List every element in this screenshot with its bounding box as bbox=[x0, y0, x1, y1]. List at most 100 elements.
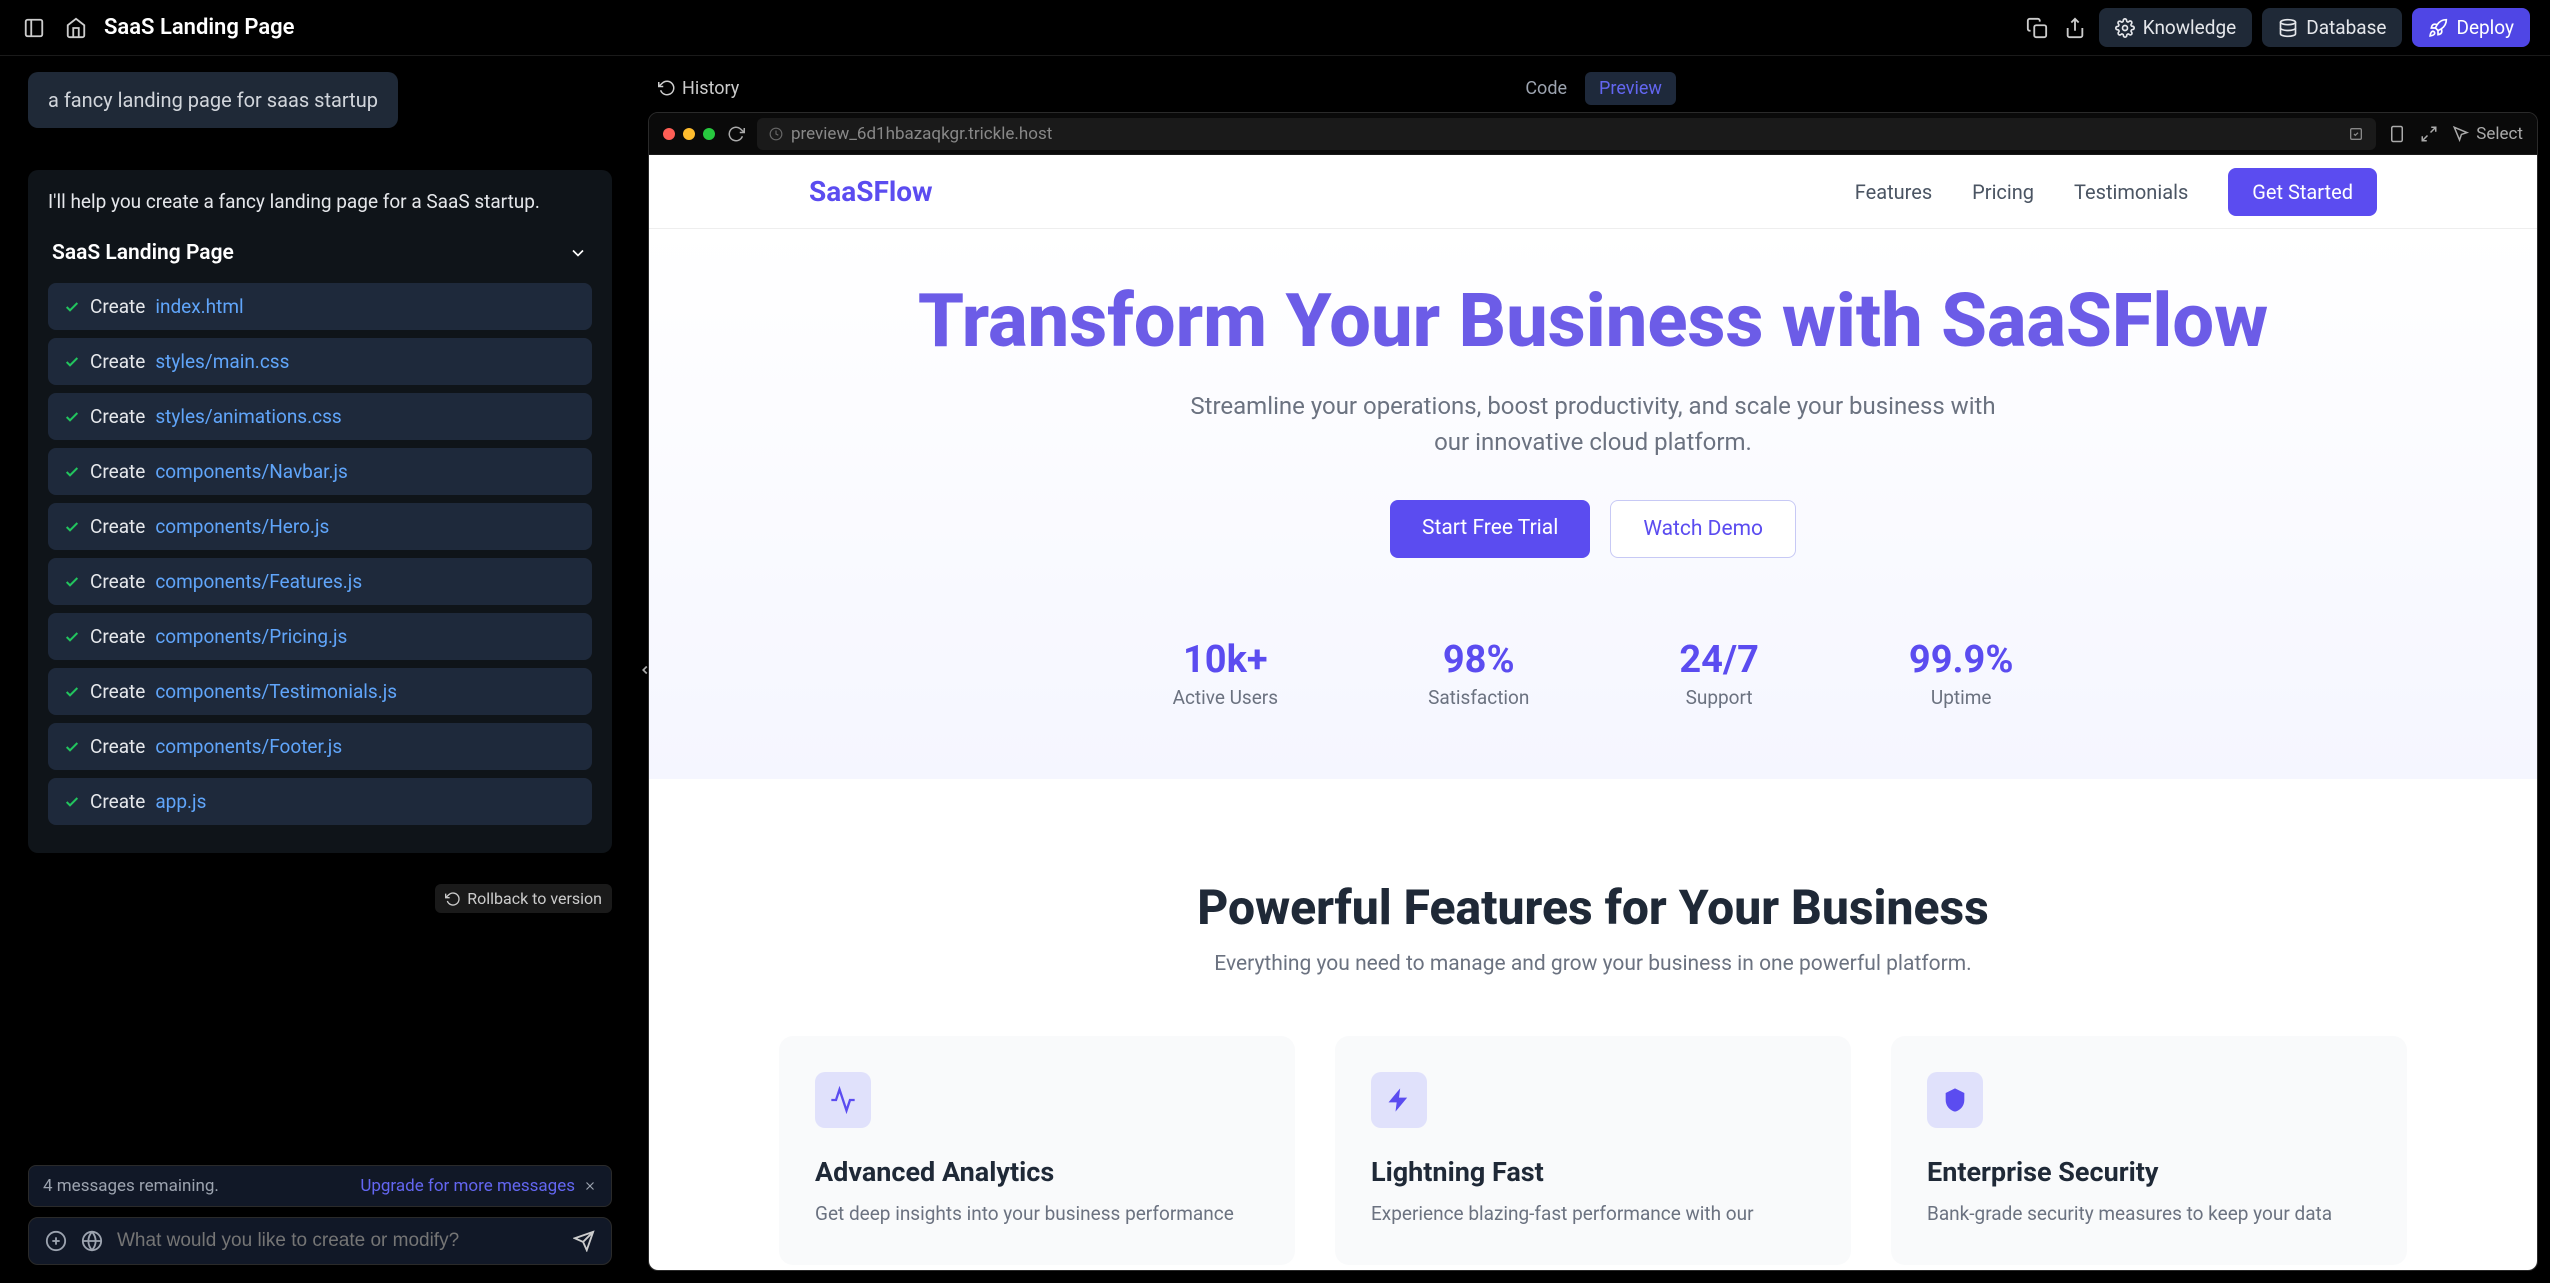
reload-icon[interactable] bbox=[727, 125, 745, 143]
traffic-green-icon[interactable] bbox=[703, 128, 715, 140]
task-item[interactable]: Create components/Footer.js bbox=[48, 723, 592, 770]
lp-features-subtitle: Everything you need to manage and grow y… bbox=[709, 952, 2477, 976]
task-item[interactable]: Create components/Features.js bbox=[48, 558, 592, 605]
traffic-lights bbox=[663, 128, 715, 140]
expand-icon[interactable] bbox=[2420, 125, 2438, 143]
check-icon bbox=[64, 629, 80, 645]
lp-features-grid: Advanced AnalyticsGet deep insights into… bbox=[709, 1036, 2477, 1265]
lp-stat: 98% Satisfaction bbox=[1428, 638, 1529, 709]
attach-icon[interactable] bbox=[45, 1230, 67, 1252]
lp-nav-cta[interactable]: Get Started bbox=[2228, 168, 2377, 216]
lp-watch-demo-button[interactable]: Watch Demo bbox=[1610, 500, 1796, 558]
database-button[interactable]: Database bbox=[2262, 8, 2402, 47]
lp-feature-card: Lightning FastExperience blazing-fast pe… bbox=[1335, 1036, 1851, 1265]
check-icon bbox=[64, 574, 80, 590]
close-icon[interactable] bbox=[583, 1179, 597, 1193]
lp-logo[interactable]: SaaSFlow bbox=[809, 175, 933, 208]
task-action: Create bbox=[90, 350, 145, 373]
collapse-sidebar-icon[interactable] bbox=[636, 648, 654, 692]
lp-stat-label: Satisfaction bbox=[1428, 686, 1529, 709]
lp-features-section: Powerful Features for Your Business Ever… bbox=[649, 779, 2537, 1265]
home-icon[interactable] bbox=[62, 14, 90, 42]
copy-icon[interactable] bbox=[2023, 14, 2051, 42]
task-item[interactable]: Create components/Hero.js bbox=[48, 503, 592, 550]
lp-nav-testimonials[interactable]: Testimonials bbox=[2074, 180, 2188, 204]
task-file: app.js bbox=[155, 790, 206, 813]
select-button[interactable]: Select bbox=[2452, 124, 2523, 144]
rollback-button[interactable]: Rollback to version bbox=[435, 884, 612, 913]
deploy-button[interactable]: Deploy bbox=[2412, 8, 2530, 47]
lp-nav-features[interactable]: Features bbox=[1855, 180, 1932, 204]
device-icon[interactable] bbox=[2388, 125, 2406, 143]
task-file: styles/animations.css bbox=[155, 405, 341, 428]
lp-feature-desc: Experience blazing-fast performance with… bbox=[1371, 1200, 1815, 1229]
preview-toolbar: History Code Preview bbox=[648, 64, 2538, 112]
sidebar-toggle-icon[interactable] bbox=[20, 14, 48, 42]
task-item[interactable]: Create index.html bbox=[48, 283, 592, 330]
lp-stat-value: 98% bbox=[1428, 638, 1529, 682]
task-file: components/Navbar.js bbox=[155, 460, 348, 483]
check-icon bbox=[64, 409, 80, 425]
check-icon bbox=[64, 354, 80, 370]
lp-hero-title: Transform Your Business with SaaSFlow bbox=[729, 279, 2457, 364]
task-item[interactable]: Create styles/main.css bbox=[48, 338, 592, 385]
task-file: components/Footer.js bbox=[155, 735, 342, 758]
user-message: a fancy landing page for saas startup bbox=[28, 72, 398, 128]
lp-stat: 24/7 Support bbox=[1679, 638, 1759, 709]
browser-bar: preview_6d1hbazaqkgr.trickle.host Select bbox=[649, 113, 2537, 155]
chat-input[interactable] bbox=[117, 1230, 559, 1252]
traffic-red-icon[interactable] bbox=[663, 128, 675, 140]
lp-stats: 10k+Active Users 98% Satisfaction 24/7 Suppo… bbox=[729, 638, 2457, 709]
lp-hero-title-brand: SaaSFlow bbox=[1941, 278, 2268, 365]
lp-stat-value: 10k+ bbox=[1173, 638, 1279, 682]
lp-feature-desc: Bank-grade security measures to keep you… bbox=[1927, 1200, 2371, 1229]
task-action: Create bbox=[90, 735, 145, 758]
select-label: Select bbox=[2476, 124, 2523, 144]
task-group-title: SaaS Landing Page bbox=[52, 241, 234, 265]
upgrade-banner: 4 messages remaining. Upgrade for more m… bbox=[28, 1165, 612, 1207]
task-item[interactable]: Create components/Testimonials.js bbox=[48, 668, 592, 715]
lp-stat-value: 24/7 bbox=[1679, 638, 1759, 682]
task-item[interactable]: Create styles/animations.css bbox=[48, 393, 592, 440]
task-action: Create bbox=[90, 405, 145, 428]
browser-frame: preview_6d1hbazaqkgr.trickle.host Select bbox=[648, 112, 2538, 1271]
url-text: preview_6d1hbazaqkgr.trickle.host bbox=[791, 124, 1052, 144]
lp-stat-label: Support bbox=[1679, 686, 1759, 709]
lp-hero-title-prefix: Transform Your Business with bbox=[918, 278, 1941, 365]
copy-url-icon[interactable] bbox=[2348, 126, 2364, 142]
lp-stat-value: 99.9% bbox=[1909, 638, 2014, 682]
topbar-right: Knowledge Database Deploy bbox=[2023, 8, 2530, 47]
task-group-header[interactable]: SaaS Landing Page bbox=[48, 233, 592, 283]
deploy-label: Deploy bbox=[2456, 16, 2514, 39]
task-action: Create bbox=[90, 790, 145, 813]
tab-code[interactable]: Code bbox=[1511, 72, 1581, 105]
task-action: Create bbox=[90, 625, 145, 648]
task-item[interactable]: Create app.js bbox=[48, 778, 592, 825]
lp-start-trial-button[interactable]: Start Free Trial bbox=[1390, 500, 1590, 558]
lp-nav-pricing[interactable]: Pricing bbox=[1972, 180, 2034, 204]
share-icon[interactable] bbox=[2061, 14, 2089, 42]
task-group: SaaS Landing Page Create index.html Creat… bbox=[48, 233, 592, 825]
lp-stat: 10k+Active Users bbox=[1173, 638, 1279, 709]
lp-hero-buttons: Start Free Trial Watch Demo bbox=[729, 500, 2457, 558]
assistant-intro: I'll help you create a fancy landing pag… bbox=[48, 190, 592, 213]
lp-nav-links: Features Pricing Testimonials Get Starte… bbox=[1855, 168, 2377, 216]
tab-preview[interactable]: Preview bbox=[1585, 72, 1676, 105]
topbar-left: SaaS Landing Page bbox=[20, 14, 295, 42]
task-item[interactable]: Create components/Navbar.js bbox=[48, 448, 592, 495]
topbar: SaaS Landing Page Knowledge Database Dep… bbox=[0, 0, 2550, 56]
lp-features-title: Powerful Features for Your Business bbox=[709, 879, 2477, 936]
browser-content[interactable]: SaaSFlow Features Pricing Testimonials G… bbox=[649, 155, 2537, 1270]
knowledge-button[interactable]: Knowledge bbox=[2099, 8, 2252, 47]
task-item[interactable]: Create components/Pricing.js bbox=[48, 613, 592, 660]
assistant-message: I'll help you create a fancy landing pag… bbox=[28, 170, 612, 853]
lp-navbar: SaaSFlow Features Pricing Testimonials G… bbox=[649, 155, 2537, 229]
history-button[interactable]: History bbox=[658, 78, 739, 99]
globe-icon[interactable] bbox=[81, 1230, 103, 1252]
lp-feature-card: Enterprise SecurityBank-grade security m… bbox=[1891, 1036, 2407, 1265]
traffic-yellow-icon[interactable] bbox=[683, 128, 695, 140]
url-bar[interactable]: preview_6d1hbazaqkgr.trickle.host bbox=[757, 118, 2376, 150]
check-icon bbox=[64, 299, 80, 315]
send-icon[interactable] bbox=[573, 1230, 595, 1252]
upgrade-link[interactable]: Upgrade for more messages bbox=[360, 1176, 575, 1196]
